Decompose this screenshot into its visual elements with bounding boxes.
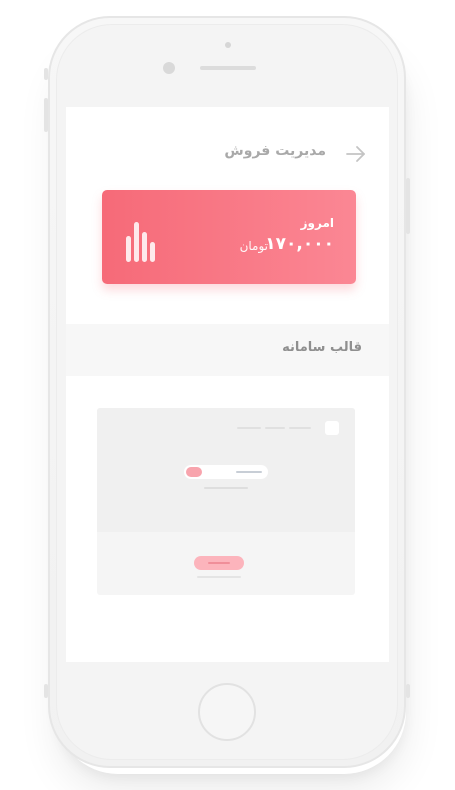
side-button-bottom xyxy=(406,684,410,698)
preview-button-line xyxy=(208,562,230,564)
preview-subline xyxy=(204,487,248,489)
chart-icon-bar xyxy=(134,222,139,262)
chart-icon-bar xyxy=(142,232,147,262)
preview-nav-line xyxy=(237,427,261,429)
card-amount: ۱۷۰,۰۰۰ xyxy=(265,234,334,254)
proximity-sensor xyxy=(225,42,231,48)
front-camera xyxy=(163,62,175,74)
preview-search-pill xyxy=(184,465,268,479)
preview-logo xyxy=(325,421,339,435)
earpiece-speaker xyxy=(200,66,256,70)
device-mockup: مدیریت فروش امروز ۱۷۰,۰۰۰ تومان قالب سام… xyxy=(0,0,455,790)
arrow-right-icon[interactable] xyxy=(345,145,367,163)
preview-nav-line xyxy=(265,427,285,429)
mute-switch xyxy=(44,98,48,132)
chart-icon-bar xyxy=(126,236,131,262)
card-currency: تومان xyxy=(239,239,268,253)
section-header: قالب سامانه xyxy=(66,324,389,376)
app-screen: مدیریت فروش امروز ۱۷۰,۰۰۰ تومان قالب سام… xyxy=(66,107,389,662)
template-preview[interactable] xyxy=(97,408,355,595)
home-button[interactable] xyxy=(198,683,256,741)
sales-card[interactable]: امروز ۱۷۰,۰۰۰ تومان xyxy=(102,190,356,284)
volume-up-button xyxy=(44,68,48,80)
section-title: قالب سامانه xyxy=(282,340,362,355)
page-title: مدیریت فروش xyxy=(224,143,326,159)
preview-pill-dot xyxy=(186,467,202,477)
power-button xyxy=(406,178,410,234)
side-button-bottom-left xyxy=(44,684,48,698)
preview-button xyxy=(194,556,244,570)
preview-pill-line xyxy=(236,471,262,473)
bar-chart-icon xyxy=(126,218,158,262)
card-period-label: امروز xyxy=(300,216,334,230)
preview-button-underline xyxy=(197,576,241,578)
preview-header-area xyxy=(97,408,355,532)
header: مدیریت فروش xyxy=(66,137,389,171)
chart-icon-bar xyxy=(150,242,155,262)
preview-nav-line xyxy=(289,427,311,429)
